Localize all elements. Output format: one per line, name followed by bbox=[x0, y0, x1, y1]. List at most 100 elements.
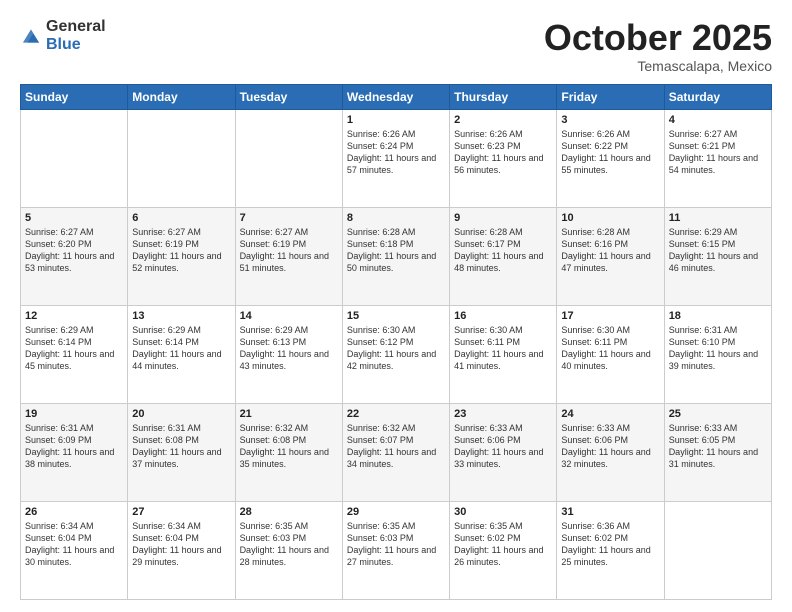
week-row-2: 5 Sunrise: 6:27 AMSunset: 6:20 PMDaylight… bbox=[21, 207, 772, 305]
cell-w4-d3: 22 Sunrise: 6:32 AMSunset: 6:07 PMDayligh… bbox=[342, 403, 449, 501]
cell-w2-d0: 5 Sunrise: 6:27 AMSunset: 6:20 PMDaylight… bbox=[21, 207, 128, 305]
cell-w3-d0: 12Sunrise: 6:29 AMSunset: 6:14 PMDayligh… bbox=[21, 305, 128, 403]
cell-info: Sunrise: 6:32 AMSunset: 6:08 PMDaylight:… bbox=[240, 422, 338, 471]
cell-info: Sunrise: 6:31 AMSunset: 6:09 PMDaylight:… bbox=[25, 422, 123, 471]
cell-info: Sunrise: 6:34 AMSunset: 6:04 PMDaylight:… bbox=[132, 520, 230, 569]
cell-info: Sunrise: 6:31 AMSunset: 6:08 PMDaylight:… bbox=[132, 422, 230, 471]
cell-w1-d6: 4 Sunrise: 6:27 AMSunset: 6:21 PMDaylight… bbox=[664, 109, 771, 207]
cell-w5-d4: 30Sunrise: 6:35 AMSunset: 6:02 PMDayligh… bbox=[450, 501, 557, 599]
col-friday: Friday bbox=[557, 84, 664, 109]
day-number: 9 bbox=[454, 212, 552, 224]
logo-general-text: General bbox=[46, 18, 106, 36]
day-number: 31 bbox=[561, 506, 659, 518]
calendar-table: Sunday Monday Tuesday Wednesday Thursday… bbox=[20, 84, 772, 600]
cell-w3-d3: 15 Sunrise: 6:30 AMSunset: 6:12 PMDayligh… bbox=[342, 305, 449, 403]
cell-info: Sunrise: 6:29 AMSunset: 6:14 PMDaylight:… bbox=[132, 324, 230, 373]
day-number: 5 bbox=[25, 212, 123, 224]
day-number: 4 bbox=[669, 114, 767, 126]
header: General Blue October 2025 Temascalapa, M… bbox=[20, 18, 772, 74]
col-thursday: Thursday bbox=[450, 84, 557, 109]
col-saturday: Saturday bbox=[664, 84, 771, 109]
cell-w5-d6 bbox=[664, 501, 771, 599]
cell-w3-d6: 18Sunrise: 6:31 AMSunset: 6:10 PMDayligh… bbox=[664, 305, 771, 403]
day-number: 15 bbox=[347, 310, 445, 322]
day-number: 13 bbox=[132, 310, 230, 322]
day-number: 29 bbox=[347, 506, 445, 518]
logo-blue-text: Blue bbox=[46, 36, 106, 54]
day-number: 3 bbox=[561, 114, 659, 126]
cell-info: Sunrise: 6:28 AMSunset: 6:16 PMDaylight:… bbox=[561, 226, 659, 275]
calendar-header-row: Sunday Monday Tuesday Wednesday Thursday… bbox=[21, 84, 772, 109]
cell-w5-d1: 27 Sunrise: 6:34 AMSunset: 6:04 PMDayligh… bbox=[128, 501, 235, 599]
page: General Blue October 2025 Temascalapa, M… bbox=[0, 0, 792, 612]
day-number: 20 bbox=[132, 408, 230, 420]
cell-w5-d5: 31 Sunrise: 6:36 AMSunset: 6:02 PMDayligh… bbox=[557, 501, 664, 599]
day-number: 11 bbox=[669, 212, 767, 224]
cell-w2-d6: 11 Sunrise: 6:29 AMSunset: 6:15 PMDayligh… bbox=[664, 207, 771, 305]
day-number: 19 bbox=[25, 408, 123, 420]
cell-w2-d4: 9 Sunrise: 6:28 AMSunset: 6:17 PMDaylight… bbox=[450, 207, 557, 305]
cell-info: Sunrise: 6:26 AMSunset: 6:23 PMDaylight:… bbox=[454, 128, 552, 177]
day-number: 14 bbox=[240, 310, 338, 322]
col-tuesday: Tuesday bbox=[235, 84, 342, 109]
cell-w4-d6: 25 Sunrise: 6:33 AMSunset: 6:05 PMDayligh… bbox=[664, 403, 771, 501]
cell-info: Sunrise: 6:27 AMSunset: 6:19 PMDaylight:… bbox=[132, 226, 230, 275]
cell-info: Sunrise: 6:27 AMSunset: 6:20 PMDaylight:… bbox=[25, 226, 123, 275]
week-row-3: 12 Sunrise: 6:29 AMSunset: 6:14 PMDayligh… bbox=[21, 305, 772, 403]
day-number: 1 bbox=[347, 114, 445, 126]
cell-info: Sunrise: 6:34 AMSunset: 6:04 PMDaylight:… bbox=[25, 520, 123, 569]
cell-info: Sunrise: 6:28 AMSunset: 6:17 PMDaylight:… bbox=[454, 226, 552, 275]
cell-w4-d5: 24Sunrise: 6:33 AMSunset: 6:06 PMDayligh… bbox=[557, 403, 664, 501]
cell-info: Sunrise: 6:28 AMSunset: 6:18 PMDaylight:… bbox=[347, 226, 445, 275]
cell-w1-d5: 3 Sunrise: 6:26 AMSunset: 6:22 PMDaylight… bbox=[557, 109, 664, 207]
cell-info: Sunrise: 6:29 AMSunset: 6:13 PMDaylight:… bbox=[240, 324, 338, 373]
cell-info: Sunrise: 6:26 AMSunset: 6:22 PMDaylight:… bbox=[561, 128, 659, 177]
day-number: 7 bbox=[240, 212, 338, 224]
logo: General Blue bbox=[20, 18, 106, 53]
cell-w1-d4: 2Sunrise: 6:26 AMSunset: 6:23 PMDaylight… bbox=[450, 109, 557, 207]
cell-info: Sunrise: 6:35 AMSunset: 6:03 PMDaylight:… bbox=[347, 520, 445, 569]
day-number: 12 bbox=[25, 310, 123, 322]
cell-info: Sunrise: 6:31 AMSunset: 6:10 PMDaylight:… bbox=[669, 324, 767, 373]
day-number: 27 bbox=[132, 506, 230, 518]
cell-info: Sunrise: 6:33 AMSunset: 6:06 PMDaylight:… bbox=[561, 422, 659, 471]
week-row-1: 1Sunrise: 6:26 AMSunset: 6:24 PMDaylight… bbox=[21, 109, 772, 207]
cell-w1-d0 bbox=[21, 109, 128, 207]
cell-w4-d2: 21Sunrise: 6:32 AMSunset: 6:08 PMDayligh… bbox=[235, 403, 342, 501]
cell-w3-d2: 14 Sunrise: 6:29 AMSunset: 6:13 PMDayligh… bbox=[235, 305, 342, 403]
title-block: October 2025 Temascalapa, Mexico bbox=[544, 18, 772, 74]
day-number: 22 bbox=[347, 408, 445, 420]
cell-info: Sunrise: 6:30 AMSunset: 6:12 PMDaylight:… bbox=[347, 324, 445, 373]
location-subtitle: Temascalapa, Mexico bbox=[544, 58, 772, 74]
cell-info: Sunrise: 6:29 AMSunset: 6:15 PMDaylight:… bbox=[669, 226, 767, 275]
cell-info: Sunrise: 6:33 AMSunset: 6:05 PMDaylight:… bbox=[669, 422, 767, 471]
cell-info: Sunrise: 6:27 AMSunset: 6:19 PMDaylight:… bbox=[240, 226, 338, 275]
cell-w3-d1: 13 Sunrise: 6:29 AMSunset: 6:14 PMDayligh… bbox=[128, 305, 235, 403]
day-number: 25 bbox=[669, 408, 767, 420]
cell-info: Sunrise: 6:35 AMSunset: 6:03 PMDaylight:… bbox=[240, 520, 338, 569]
cell-info: Sunrise: 6:27 AMSunset: 6:21 PMDaylight:… bbox=[669, 128, 767, 177]
cell-w5-d0: 26 Sunrise: 6:34 AMSunset: 6:04 PMDayligh… bbox=[21, 501, 128, 599]
day-number: 17 bbox=[561, 310, 659, 322]
cell-w2-d3: 8 Sunrise: 6:28 AMSunset: 6:18 PMDaylight… bbox=[342, 207, 449, 305]
cell-w1-d3: 1Sunrise: 6:26 AMSunset: 6:24 PMDaylight… bbox=[342, 109, 449, 207]
cell-info: Sunrise: 6:30 AMSunset: 6:11 PMDaylight:… bbox=[561, 324, 659, 373]
cell-w1-d1 bbox=[128, 109, 235, 207]
day-number: 26 bbox=[25, 506, 123, 518]
cell-w5-d3: 29 Sunrise: 6:35 AMSunset: 6:03 PMDayligh… bbox=[342, 501, 449, 599]
col-wednesday: Wednesday bbox=[342, 84, 449, 109]
cell-info: Sunrise: 6:36 AMSunset: 6:02 PMDaylight:… bbox=[561, 520, 659, 569]
day-number: 8 bbox=[347, 212, 445, 224]
cell-info: Sunrise: 6:32 AMSunset: 6:07 PMDaylight:… bbox=[347, 422, 445, 471]
day-number: 28 bbox=[240, 506, 338, 518]
day-number: 16 bbox=[454, 310, 552, 322]
cell-info: Sunrise: 6:33 AMSunset: 6:06 PMDaylight:… bbox=[454, 422, 552, 471]
col-monday: Monday bbox=[128, 84, 235, 109]
cell-w4-d4: 23Sunrise: 6:33 AMSunset: 6:06 PMDayligh… bbox=[450, 403, 557, 501]
cell-w5-d2: 28 Sunrise: 6:35 AMSunset: 6:03 PMDayligh… bbox=[235, 501, 342, 599]
cell-w4-d1: 20 Sunrise: 6:31 AMSunset: 6:08 PMDayligh… bbox=[128, 403, 235, 501]
day-number: 30 bbox=[454, 506, 552, 518]
cell-w2-d1: 6Sunrise: 6:27 AMSunset: 6:19 PMDaylight… bbox=[128, 207, 235, 305]
day-number: 10 bbox=[561, 212, 659, 224]
week-row-4: 19 Sunrise: 6:31 AMSunset: 6:09 PMDayligh… bbox=[21, 403, 772, 501]
